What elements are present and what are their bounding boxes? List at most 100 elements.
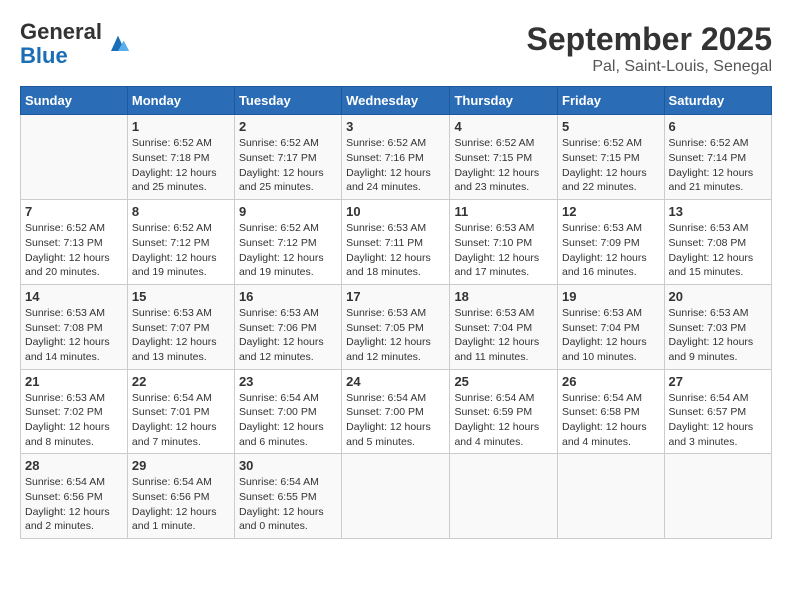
day-info: Sunrise: 6:54 AM Sunset: 6:58 PM Dayligh… — [562, 391, 660, 450]
calendar-cell: 6 Sunrise: 6:52 AM Sunset: 7:14 PM Daylig… — [664, 115, 771, 200]
col-header-sunday: Sunday — [21, 87, 128, 115]
day-number: 10 — [346, 204, 445, 219]
col-header-saturday: Saturday — [664, 87, 771, 115]
day-info: Sunrise: 6:52 AM Sunset: 7:18 PM Dayligh… — [132, 136, 230, 195]
calendar-cell: 10 Sunrise: 6:53 AM Sunset: 7:11 PM Dayli… — [342, 200, 450, 285]
day-info: Sunrise: 6:53 AM Sunset: 7:08 PM Dayligh… — [669, 221, 767, 280]
col-header-wednesday: Wednesday — [342, 87, 450, 115]
calendar-cell: 17 Sunrise: 6:53 AM Sunset: 7:05 PM Dayli… — [342, 284, 450, 369]
day-info: Sunrise: 6:54 AM Sunset: 7:00 PM Dayligh… — [239, 391, 337, 450]
day-number: 17 — [346, 289, 445, 304]
day-info: Sunrise: 6:54 AM Sunset: 6:56 PM Dayligh… — [25, 475, 123, 534]
calendar-cell: 7 Sunrise: 6:52 AM Sunset: 7:13 PM Daylig… — [21, 200, 128, 285]
day-number: 24 — [346, 374, 445, 389]
day-info: Sunrise: 6:54 AM Sunset: 6:59 PM Dayligh… — [454, 391, 553, 450]
day-info: Sunrise: 6:52 AM Sunset: 7:15 PM Dayligh… — [562, 136, 660, 195]
day-number: 11 — [454, 204, 553, 219]
day-info: Sunrise: 6:53 AM Sunset: 7:09 PM Dayligh… — [562, 221, 660, 280]
day-info: Sunrise: 6:54 AM Sunset: 6:56 PM Dayligh… — [132, 475, 230, 534]
day-info: Sunrise: 6:52 AM Sunset: 7:17 PM Dayligh… — [239, 136, 337, 195]
day-number: 23 — [239, 374, 337, 389]
day-number: 27 — [669, 374, 767, 389]
calendar-cell — [21, 115, 128, 200]
day-number: 3 — [346, 119, 445, 134]
calendar-cell: 18Sunrise: 6:53 AM Sunset: 7:04 PM Dayli… — [450, 284, 558, 369]
day-number: 15 — [132, 289, 230, 304]
calendar-cell: 26 Sunrise: 6:54 AM Sunset: 6:58 PM Dayli… — [558, 369, 665, 454]
day-info: Sunrise: 6:52 AM Sunset: 7:13 PM Dayligh… — [25, 221, 123, 280]
day-number: 20 — [669, 289, 767, 304]
calendar-cell — [664, 454, 771, 539]
col-header-tuesday: Tuesday — [234, 87, 341, 115]
calendar-cell: 16 Sunrise: 6:53 AM Sunset: 7:06 PM Dayli… — [234, 284, 341, 369]
day-number: 1 — [132, 119, 230, 134]
calendar-cell: 13Sunrise: 6:53 AM Sunset: 7:08 PM Dayli… — [664, 200, 771, 285]
calendar-table: SundayMondayTuesdayWednesdayThursdayFrid… — [20, 86, 772, 539]
day-info: Sunrise: 6:53 AM Sunset: 7:10 PM Dayligh… — [454, 221, 553, 280]
calendar-cell: 19Sunrise: 6:53 AM Sunset: 7:04 PM Dayli… — [558, 284, 665, 369]
day-number: 6 — [669, 119, 767, 134]
calendar-cell: 27Sunrise: 6:54 AM Sunset: 6:57 PM Dayli… — [664, 369, 771, 454]
day-info: Sunrise: 6:52 AM Sunset: 7:16 PM Dayligh… — [346, 136, 445, 195]
day-number: 19 — [562, 289, 660, 304]
day-number: 4 — [454, 119, 553, 134]
calendar-cell: 20 Sunrise: 6:53 AM Sunset: 7:03 PM Dayli… — [664, 284, 771, 369]
calendar-cell: 22 Sunrise: 6:54 AM Sunset: 7:01 PM Dayli… — [127, 369, 234, 454]
day-number: 22 — [132, 374, 230, 389]
day-number: 30 — [239, 458, 337, 473]
calendar-cell: 23 Sunrise: 6:54 AM Sunset: 7:00 PM Dayli… — [234, 369, 341, 454]
day-number: 14 — [25, 289, 123, 304]
calendar-cell: 1 Sunrise: 6:52 AM Sunset: 7:18 PM Daylig… — [127, 115, 234, 200]
day-info: Sunrise: 6:54 AM Sunset: 7:01 PM Dayligh… — [132, 391, 230, 450]
day-info: Sunrise: 6:53 AM Sunset: 7:02 PM Dayligh… — [25, 391, 123, 450]
calendar-cell: 11 Sunrise: 6:53 AM Sunset: 7:10 PM Dayli… — [450, 200, 558, 285]
day-info: Sunrise: 6:53 AM Sunset: 7:08 PM Dayligh… — [25, 306, 123, 365]
logo-blue: Blue — [20, 44, 102, 68]
col-header-monday: Monday — [127, 87, 234, 115]
calendar-cell — [450, 454, 558, 539]
calendar-cell: 8 Sunrise: 6:52 AM Sunset: 7:12 PM Daylig… — [127, 200, 234, 285]
calendar-cell: 29 Sunrise: 6:54 AM Sunset: 6:56 PM Dayli… — [127, 454, 234, 539]
day-number: 26 — [562, 374, 660, 389]
calendar-cell — [558, 454, 665, 539]
calendar-cell: 14 Sunrise: 6:53 AM Sunset: 7:08 PM Dayli… — [21, 284, 128, 369]
calendar-cell: 2Sunrise: 6:52 AM Sunset: 7:17 PM Daylig… — [234, 115, 341, 200]
title-block: September 2025 Pal, Saint-Louis, Senegal — [527, 20, 772, 76]
calendar-cell: 12Sunrise: 6:53 AM Sunset: 7:09 PM Dayli… — [558, 200, 665, 285]
calendar-cell: 25 Sunrise: 6:54 AM Sunset: 6:59 PM Dayli… — [450, 369, 558, 454]
day-number: 29 — [132, 458, 230, 473]
day-number: 9 — [239, 204, 337, 219]
logo: General Blue — [20, 20, 132, 68]
calendar-cell: 21 Sunrise: 6:53 AM Sunset: 7:02 PM Dayli… — [21, 369, 128, 454]
day-info: Sunrise: 6:53 AM Sunset: 7:03 PM Dayligh… — [669, 306, 767, 365]
calendar-cell: 15 Sunrise: 6:53 AM Sunset: 7:07 PM Dayli… — [127, 284, 234, 369]
calendar-cell: 9 Sunrise: 6:52 AM Sunset: 7:12 PM Daylig… — [234, 200, 341, 285]
col-header-friday: Friday — [558, 87, 665, 115]
day-info: Sunrise: 6:52 AM Sunset: 7:12 PM Dayligh… — [239, 221, 337, 280]
calendar-cell — [342, 454, 450, 539]
day-info: Sunrise: 6:53 AM Sunset: 7:07 PM Dayligh… — [132, 306, 230, 365]
day-info: Sunrise: 6:53 AM Sunset: 7:11 PM Dayligh… — [346, 221, 445, 280]
logo-general: General — [20, 20, 102, 44]
day-number: 16 — [239, 289, 337, 304]
logo-icon — [104, 30, 132, 58]
calendar-cell: 3 Sunrise: 6:52 AM Sunset: 7:16 PM Daylig… — [342, 115, 450, 200]
day-number: 25 — [454, 374, 553, 389]
day-info: Sunrise: 6:53 AM Sunset: 7:05 PM Dayligh… — [346, 306, 445, 365]
day-number: 21 — [25, 374, 123, 389]
day-info: Sunrise: 6:53 AM Sunset: 7:06 PM Dayligh… — [239, 306, 337, 365]
day-info: Sunrise: 6:54 AM Sunset: 6:55 PM Dayligh… — [239, 475, 337, 534]
page-title: September 2025 — [527, 20, 772, 58]
calendar-cell: 5 Sunrise: 6:52 AM Sunset: 7:15 PM Daylig… — [558, 115, 665, 200]
day-info: Sunrise: 6:52 AM Sunset: 7:12 PM Dayligh… — [132, 221, 230, 280]
page-subtitle: Pal, Saint-Louis, Senegal — [527, 58, 772, 76]
day-number: 8 — [132, 204, 230, 219]
day-number: 7 — [25, 204, 123, 219]
day-info: Sunrise: 6:54 AM Sunset: 7:00 PM Dayligh… — [346, 391, 445, 450]
page-header: General Blue September 2025 Pal, Saint-L… — [20, 20, 772, 76]
day-info: Sunrise: 6:52 AM Sunset: 7:14 PM Dayligh… — [669, 136, 767, 195]
day-number: 5 — [562, 119, 660, 134]
day-info: Sunrise: 6:52 AM Sunset: 7:15 PM Dayligh… — [454, 136, 553, 195]
day-number: 28 — [25, 458, 123, 473]
calendar-cell: 4 Sunrise: 6:52 AM Sunset: 7:15 PM Daylig… — [450, 115, 558, 200]
